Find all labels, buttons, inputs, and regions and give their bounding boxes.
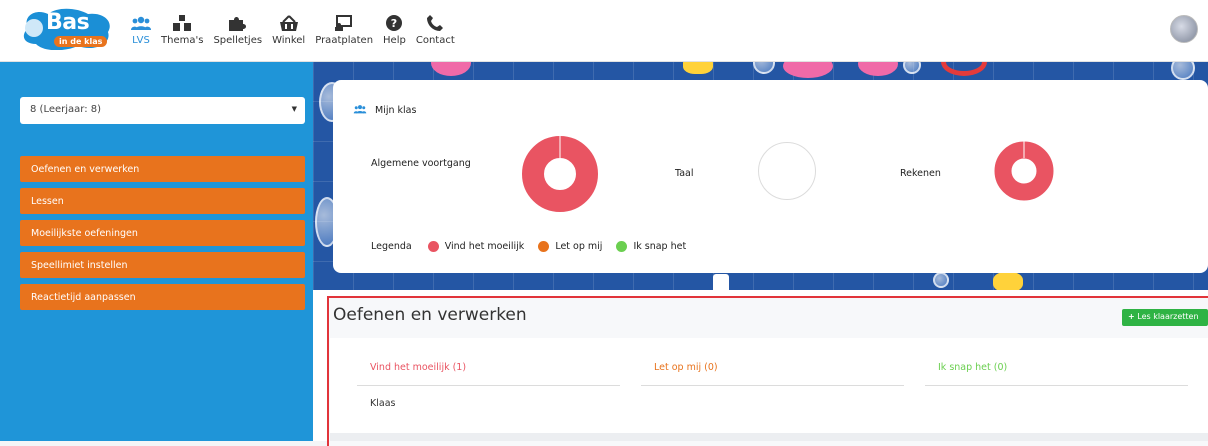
- bas-logo[interactable]: Bas in de klas: [18, 8, 114, 50]
- nav-item-praatplaten[interactable]: Praatplaten: [315, 11, 373, 46]
- menu-item-speellimiet[interactable]: Speellimiet instellen: [20, 252, 305, 278]
- nav-label: Spelletjes: [213, 35, 263, 46]
- nav-label: Help: [383, 35, 406, 46]
- column-header-hard[interactable]: Vind het moeilijk (1): [370, 362, 466, 373]
- legend-label: Vind het moeilijk: [444, 241, 525, 252]
- duck-decoration: [683, 62, 713, 74]
- nav-label: Winkel: [272, 35, 306, 46]
- legend-title: Legenda: [371, 241, 412, 252]
- card-title: Mijn klas: [353, 104, 416, 117]
- class-select-value: 8 (Leerjaar: 8): [30, 104, 102, 115]
- overall-progress-label: Algemene voortgang: [371, 158, 471, 169]
- assign-lesson-button[interactable]: + Les klaarzetten: [1122, 309, 1208, 326]
- svg-text:?: ?: [391, 17, 397, 30]
- legend-label: Ik snap het: [633, 241, 687, 252]
- nav-item-help[interactable]: ? Help: [383, 11, 406, 46]
- green-dot-icon: [616, 241, 628, 252]
- caret-down-icon: ▼: [291, 105, 297, 113]
- presentation-icon: [335, 11, 353, 31]
- menu-item-reactietijd[interactable]: Reactietijd aanpassen: [20, 284, 305, 310]
- card-title-text: Mijn klas: [375, 105, 417, 116]
- my-class-card: Mijn klas Algemene voortgang Taal Rekene…: [333, 80, 1208, 273]
- overall-progress-donut: [522, 136, 598, 212]
- legend-label: Let op mij: [555, 241, 603, 252]
- student-name[interactable]: Klaas: [370, 398, 395, 409]
- nav-item-winkel[interactable]: Winkel: [272, 11, 305, 46]
- legend: Legenda Vind het moeilijk Let op mij Ik …: [371, 241, 700, 252]
- donut-ring-empty: [758, 142, 816, 200]
- nav-label: Thema's: [161, 35, 204, 46]
- user-avatar[interactable]: [1170, 15, 1198, 43]
- rekenen-progress-donut: [994, 141, 1054, 201]
- column-divider: [925, 385, 1188, 386]
- column-divider: [357, 385, 620, 386]
- phone-icon: [427, 11, 444, 31]
- question-icon: ?: [386, 11, 403, 31]
- users-icon: [131, 11, 151, 31]
- nav-item-contact[interactable]: Contact: [416, 11, 455, 46]
- top-navbar: Bas in de klas LVS Thema's Spelletjes Wi…: [0, 0, 1208, 62]
- rekenen-label: Rekenen: [900, 168, 941, 179]
- results-panel: [330, 338, 1208, 436]
- assign-lesson-label: Les klaarzetten: [1137, 312, 1199, 321]
- sidebar-menu: Oefenen en verwerken Lessen Moeilijkste …: [20, 156, 305, 316]
- column-divider: [641, 385, 904, 386]
- main-nav: LVS Thema's Spelletjes Winkel Praatplate…: [131, 11, 465, 46]
- logo-tagline: in de klas: [54, 36, 108, 47]
- taal-progress-donut: [758, 142, 816, 200]
- card-decoration: [713, 274, 729, 290]
- legend-item: Let op mij: [538, 241, 602, 252]
- menu-item-lessen[interactable]: Lessen: [20, 188, 305, 214]
- orange-dot-icon: [538, 241, 550, 252]
- nav-label: LVS: [132, 35, 150, 46]
- menu-item-moeilijkste[interactable]: Moeilijkste oefeningen: [20, 220, 305, 246]
- panel-footer: [330, 433, 1208, 441]
- plus-icon: +: [1128, 312, 1135, 321]
- logo-text: Bas: [46, 10, 90, 35]
- taal-label: Taal: [675, 168, 694, 179]
- menu-item-oefenen[interactable]: Oefenen en verwerken: [20, 156, 305, 182]
- nav-item-lvs[interactable]: LVS: [131, 11, 151, 46]
- legend-item: Ik snap het: [616, 241, 686, 252]
- nav-item-themas[interactable]: Thema's: [161, 11, 203, 46]
- puzzle-icon: [228, 11, 247, 31]
- column-header-attention[interactable]: Let op mij (0): [654, 362, 718, 373]
- sidebar: 8 (Leerjaar: 8) ▼ Oefenen en verwerken L…: [0, 62, 313, 441]
- basket-icon: [279, 11, 298, 31]
- section-title: Oefenen en verwerken: [333, 305, 527, 325]
- nav-label: Praatplaten: [315, 35, 374, 46]
- duck-decoration: [993, 272, 1023, 290]
- column-header-understand[interactable]: Ik snap het (0): [938, 362, 1007, 373]
- blocks-icon: [173, 11, 192, 31]
- legend-item: Vind het moeilijk: [427, 241, 525, 252]
- nav-item-spelletjes[interactable]: Spelletjes: [213, 11, 262, 46]
- nav-label: Contact: [415, 35, 455, 46]
- red-dot-icon: [427, 241, 439, 252]
- bubble-decoration: [933, 272, 949, 288]
- class-select[interactable]: 8 (Leerjaar: 8) ▼: [20, 97, 305, 124]
- users-icon: [353, 104, 367, 117]
